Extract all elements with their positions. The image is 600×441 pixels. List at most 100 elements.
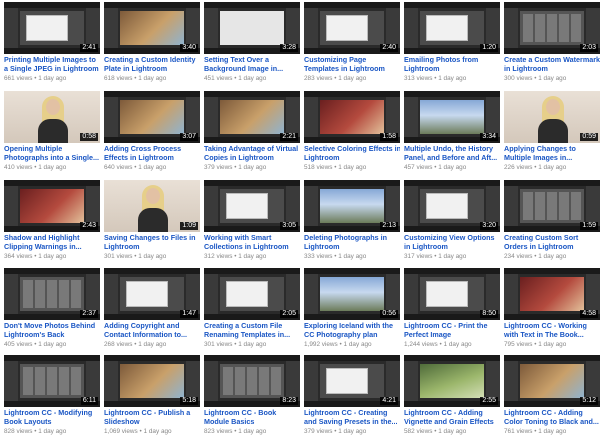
video-title[interactable]: Taking Advantage of Virtual Copies in Lig… <box>204 145 300 162</box>
video-thumbnail[interactable]: 4:21 <box>304 355 400 407</box>
video-thumbnail[interactable]: 2:05 <box>204 268 300 320</box>
video-thumbnail[interactable]: 1:58 <box>304 91 400 143</box>
video-title[interactable]: Customizing View Options in Lightroom <box>404 234 500 251</box>
video-title[interactable]: Deleting Photographs in Lightroom <box>304 234 400 251</box>
video-title[interactable]: Applying Changes to Multiple Images in... <box>504 145 600 162</box>
app-main-view <box>220 11 284 45</box>
video-card[interactable]: 3:20 Customizing View Options in Lightroom… <box>404 180 500 266</box>
video-card[interactable]: 2:43 Shadow and Highlight Clipping Warning… <box>4 180 100 266</box>
video-thumbnail[interactable]: 2:21 <box>204 91 300 143</box>
video-thumbnail[interactable]: 2:55 <box>404 355 500 407</box>
video-thumbnail[interactable]: 4:58 <box>504 268 600 320</box>
video-card[interactable]: 1:58 Selective Coloring Effects in Lightro… <box>304 91 400 177</box>
video-thumbnail[interactable]: 1:59 <box>504 180 600 232</box>
video-card[interactable]: 1:20 Emailing Photos from Lightroom 313 vie… <box>404 2 500 88</box>
video-card[interactable]: 1:47 Adding Copyright and Contact Informat… <box>104 268 200 354</box>
app-main-view <box>220 364 284 398</box>
video-title[interactable]: Multiple Undo, the History Panel, and Bef… <box>404 145 500 162</box>
video-card[interactable]: 3:07 Adding Cross Process Effects in Light… <box>104 91 200 177</box>
video-thumbnail[interactable]: 2:43 <box>4 180 100 232</box>
video-title[interactable]: Adding Copyright and Contact Information … <box>104 322 200 339</box>
video-title[interactable]: Shadow and Highlight Clipping Warnings in… <box>4 234 100 251</box>
video-title[interactable]: Lightroom CC - Book Module Basics <box>204 409 300 426</box>
video-thumbnail[interactable]: 3:28 <box>204 2 300 54</box>
video-card[interactable]: 0:59 Applying Changes to Multiple Images i… <box>504 91 600 177</box>
video-card[interactable]: 2:40 Customizing Page Templates in Lightro… <box>304 2 400 88</box>
video-title[interactable]: Exploring Iceland with the CC Photography… <box>304 322 400 339</box>
video-title[interactable]: Adding Cross Process Effects in Lightroom <box>104 145 200 162</box>
video-card[interactable]: 2:13 Deleting Photographs in Lightroom 333 … <box>304 180 400 266</box>
video-thumbnail[interactable]: 2:41 <box>4 2 100 54</box>
video-title[interactable]: Working with Smart Collections in Lightro… <box>204 234 300 251</box>
video-thumbnail[interactable]: 1:09 <box>104 180 200 232</box>
video-thumbnail[interactable]: 1:20 <box>404 2 500 54</box>
video-card[interactable]: 0:56 Exploring Iceland with the CC Photogr… <box>304 268 400 354</box>
video-thumbnail[interactable]: 8:50 <box>404 268 500 320</box>
app-right-panel <box>386 186 400 226</box>
video-meta: 410 views • 1 day ago <box>4 164 100 171</box>
video-title[interactable]: Saving Changes to Files in Lightroom <box>104 234 200 251</box>
video-card[interactable]: 3:05 Working with Smart Collections in Lig… <box>204 180 300 266</box>
video-title[interactable]: Creating Custom Sort Orders in Lightroom <box>504 234 600 251</box>
video-title[interactable]: Don't Move Photos Behind Lightroom's Back <box>4 322 100 339</box>
video-card[interactable]: 2:21 Taking Advantage of Virtual Copies in… <box>204 91 300 177</box>
video-card[interactable]: 5:18 Lightroom CC - Publish a Slideshow 1,0… <box>104 355 200 441</box>
video-title[interactable]: Selective Coloring Effects in Lightroom <box>304 145 400 162</box>
video-thumbnail[interactable]: 2:37 <box>4 268 100 320</box>
video-thumbnail[interactable]: 0:59 <box>504 91 600 143</box>
video-card[interactable]: 2:41 Printing Multiple Images to a Single … <box>4 2 100 88</box>
video-card[interactable]: 2:03 Create a Custom Watermark in Lightroo… <box>504 2 600 88</box>
video-thumbnail[interactable]: 3:40 <box>104 2 200 54</box>
video-title[interactable]: Lightroom CC - Adding Vignette and Grain … <box>404 409 500 426</box>
video-thumbnail[interactable]: 2:13 <box>304 180 400 232</box>
video-thumbnail[interactable]: 5:18 <box>104 355 200 407</box>
video-card[interactable]: 1:09 Saving Changes to Files in Lightroom 3… <box>104 180 200 266</box>
person-body <box>537 119 568 143</box>
video-card[interactable]: 0:58 Opening Multiple Photographs into a S… <box>4 91 100 177</box>
video-card[interactable]: 8:23 Lightroom CC - Book Module Basics 823 … <box>204 355 300 441</box>
video-card[interactable]: 3:28 Setting Text Over a Background Image … <box>204 2 300 88</box>
video-card[interactable]: 2:05 Creating a Custom File Renaming Templ… <box>204 268 300 354</box>
video-card[interactable]: 8:50 Lightroom CC - Print the Perfect Imag… <box>404 268 500 354</box>
video-title[interactable]: Customizing Page Templates in Lightroom <box>304 56 400 73</box>
video-thumbnail[interactable]: 0:58 <box>4 91 100 143</box>
video-title[interactable]: Lightroom CC - Creating and Saving Preset… <box>304 409 400 426</box>
video-card[interactable]: 1:59 Creating Custom Sort Orders in Lightr… <box>504 180 600 266</box>
video-title[interactable]: Emailing Photos from Lightroom <box>404 56 500 73</box>
video-card[interactable]: 2:37 Don't Move Photos Behind Lightroom's … <box>4 268 100 354</box>
app-left-panel <box>4 274 18 314</box>
video-title-line-1: Lightroom CC - Adding <box>504 409 583 417</box>
app-main-view <box>420 189 484 223</box>
video-card[interactable]: 6:11 Lightroom CC - Modifying Book Layouts… <box>4 355 100 441</box>
video-thumbnail[interactable]: 3:20 <box>404 180 500 232</box>
video-title[interactable]: Create a Custom Watermark in Lightroom <box>504 56 600 73</box>
video-title[interactable]: Printing Multiple Images to a Single JPEG… <box>4 56 100 73</box>
video-thumbnail[interactable]: 5:12 <box>504 355 600 407</box>
video-title[interactable]: Lightroom CC - Publish a Slideshow <box>104 409 200 426</box>
video-title[interactable]: Setting Text Over a Background Image in..… <box>204 56 300 73</box>
video-card[interactable]: 4:58 Lightroom CC - Working with Text in T… <box>504 268 600 354</box>
video-title[interactable]: Lightroom CC - Modifying Book Layouts <box>4 409 100 426</box>
video-thumbnail[interactable]: 8:23 <box>204 355 300 407</box>
video-title-line-2: Perfect Image <box>404 330 452 339</box>
video-thumbnail[interactable]: 1:47 <box>104 268 200 320</box>
video-title[interactable]: Lightroom CC - Working with Text in The B… <box>504 322 600 339</box>
app-right-panel <box>586 274 600 314</box>
video-thumbnail[interactable]: 3:07 <box>104 91 200 143</box>
video-title[interactable]: Creating a Custom Identity Plate in Light… <box>104 56 200 73</box>
video-thumbnail[interactable]: 3:05 <box>204 180 300 232</box>
video-thumbnail[interactable]: 2:03 <box>504 2 600 54</box>
video-title[interactable]: Lightroom CC - Print the Perfect Image <box>404 322 500 339</box>
video-thumbnail[interactable]: 2:40 <box>304 2 400 54</box>
video-thumbnail[interactable]: 0:56 <box>304 268 400 320</box>
video-card[interactable]: 5:12 Lightroom CC - Adding Color Toning to… <box>504 355 600 441</box>
video-thumbnail[interactable]: 6:11 <box>4 355 100 407</box>
video-card[interactable]: 2:55 Lightroom CC - Adding Vignette and Gr… <box>404 355 500 441</box>
video-thumbnail[interactable]: 3:34 <box>404 91 500 143</box>
video-title[interactable]: Lightroom CC - Adding Color Toning to Bla… <box>504 409 600 426</box>
video-card[interactable]: 4:21 Lightroom CC - Creating and Saving Pr… <box>304 355 400 441</box>
video-card[interactable]: 3:34 Multiple Undo, the History Panel, and… <box>404 91 500 177</box>
video-card[interactable]: 3:40 Creating a Custom Identity Plate in L… <box>104 2 200 88</box>
video-title[interactable]: Creating a Custom File Renaming Templates… <box>204 322 300 339</box>
video-title[interactable]: Opening Multiple Photographs into a Singl… <box>4 145 100 162</box>
